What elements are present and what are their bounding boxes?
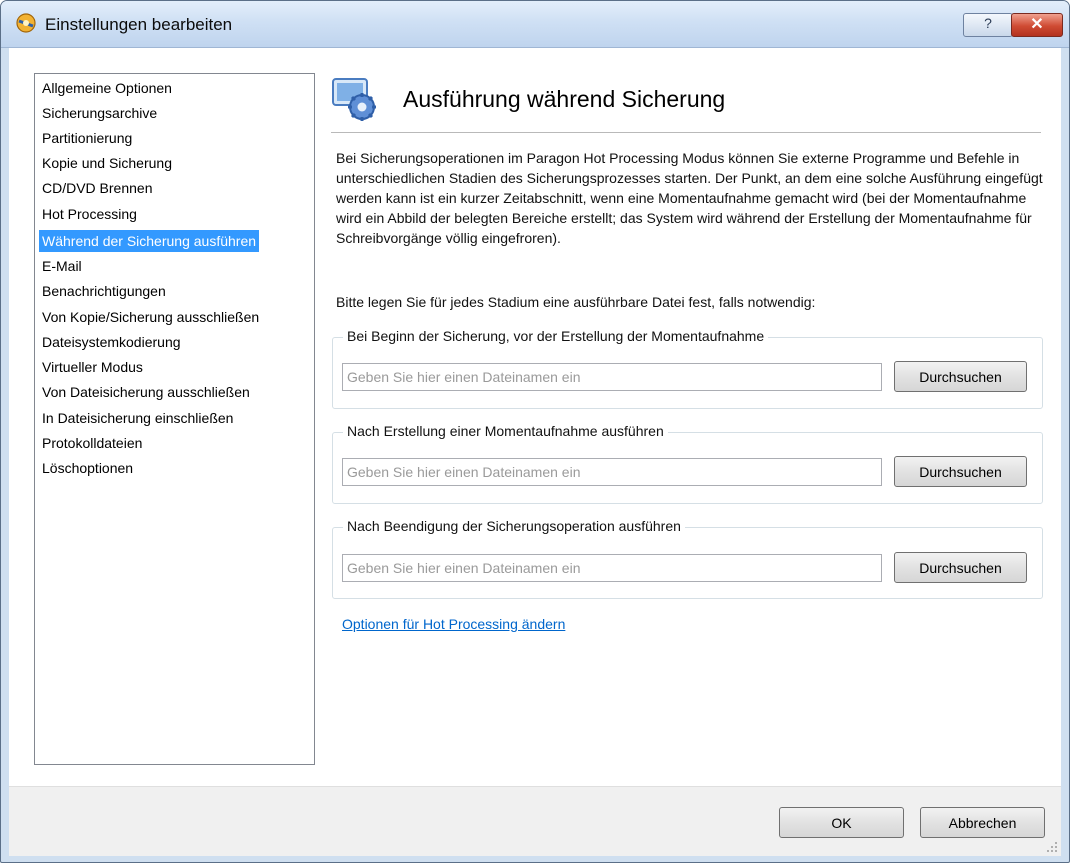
button-bar: OK Abbrechen <box>9 786 1061 856</box>
after-snapshot-browse-button[interactable]: Durchsuchen <box>894 456 1027 487</box>
before-snapshot-file-input[interactable] <box>342 363 882 391</box>
page-title: Ausführung während Sicherung <box>403 86 726 112</box>
nav-item-hot-processing[interactable]: Hot Processing <box>39 203 140 225</box>
hot-processing-options-link[interactable]: Optionen für Hot Processing ändern <box>342 616 565 632</box>
after-snapshot-label: Nach Erstellung einer Momentaufnahme aus… <box>343 423 668 439</box>
nav-item-e-mail[interactable]: E-Mail <box>39 255 85 277</box>
help-icon: ? <box>984 15 992 31</box>
after-snapshot-file-input[interactable] <box>342 458 882 486</box>
nav-item-sicherungsarchive[interactable]: Sicherungsarchive <box>39 102 160 124</box>
nav-item-waehrend-sicherung-ausfuehren[interactable]: Während der Sicherung ausführen <box>39 230 260 252</box>
before-snapshot-browse-button[interactable]: Durchsuchen <box>894 361 1027 392</box>
description-text: Bei Sicherungsoperationen im Paragon Hot… <box>336 150 1043 246</box>
settings-dialog: Einstellungen bearbeiten ? ✕ Allgemeine … <box>0 0 1070 863</box>
nav-item-kopie-und-sicherung[interactable]: Kopie und Sicherung <box>39 152 175 174</box>
title-bar[interactable]: Einstellungen bearbeiten ? ✕ <box>1 1 1069 48</box>
close-icon: ✕ <box>1030 16 1044 33</box>
after-backup-browse-button[interactable]: Durchsuchen <box>894 552 1027 583</box>
nav-item-dateisystemkodierung[interactable]: Dateisystemkodierung <box>39 331 184 353</box>
cancel-button[interactable]: Abbrechen <box>920 807 1045 838</box>
settings-category-list[interactable]: Allgemeine Optionen Sicherungsarchive Pa… <box>34 73 315 765</box>
dialog-body: Allgemeine Optionen Sicherungsarchive Pa… <box>9 48 1061 856</box>
help-button[interactable]: ? <box>963 13 1013 37</box>
nav-item-cd-dvd-brennen[interactable]: CD/DVD Brennen <box>39 177 156 199</box>
after-backup-label: Nach Beendigung der Sicherungsoperation … <box>343 518 685 534</box>
before-snapshot-label: Bei Beginn der Sicherung, vor der Erstel… <box>343 328 769 344</box>
ok-button[interactable]: OK <box>779 807 904 838</box>
nav-item-in-dateisicherung-einschliessen[interactable]: In Dateisicherung einschließen <box>39 407 236 429</box>
nav-item-virtueller-modus[interactable]: Virtueller Modus <box>39 356 146 378</box>
after-backup-file-input[interactable] <box>342 554 882 582</box>
nav-item-von-dateisicherung-ausschliessen[interactable]: Von Dateisicherung ausschließen <box>39 381 253 403</box>
nav-item-loeschoptionen[interactable]: Löschoptionen <box>39 457 136 479</box>
nav-item-benachrichtigungen[interactable]: Benachrichtigungen <box>39 280 169 302</box>
window-title: Einstellungen bearbeiten <box>45 15 233 34</box>
nav-item-protokolldateien[interactable]: Protokolldateien <box>39 432 145 454</box>
close-button[interactable]: ✕ <box>1011 13 1063 37</box>
resize-grip-icon[interactable] <box>1046 841 1058 853</box>
nav-item-partitionierung[interactable]: Partitionierung <box>39 127 135 149</box>
settings-gear-icon <box>332 78 376 121</box>
nav-item-allgemeine-optionen[interactable]: Allgemeine Optionen <box>39 77 175 99</box>
paragon-logo-icon <box>16 13 36 33</box>
heading-divider <box>331 132 1041 133</box>
nav-item-von-kopie-sicherung-ausschliessen[interactable]: Von Kopie/Sicherung ausschließen <box>39 306 262 328</box>
instruction-text: Bitte legen Sie für jedes Stadium eine a… <box>336 294 816 310</box>
